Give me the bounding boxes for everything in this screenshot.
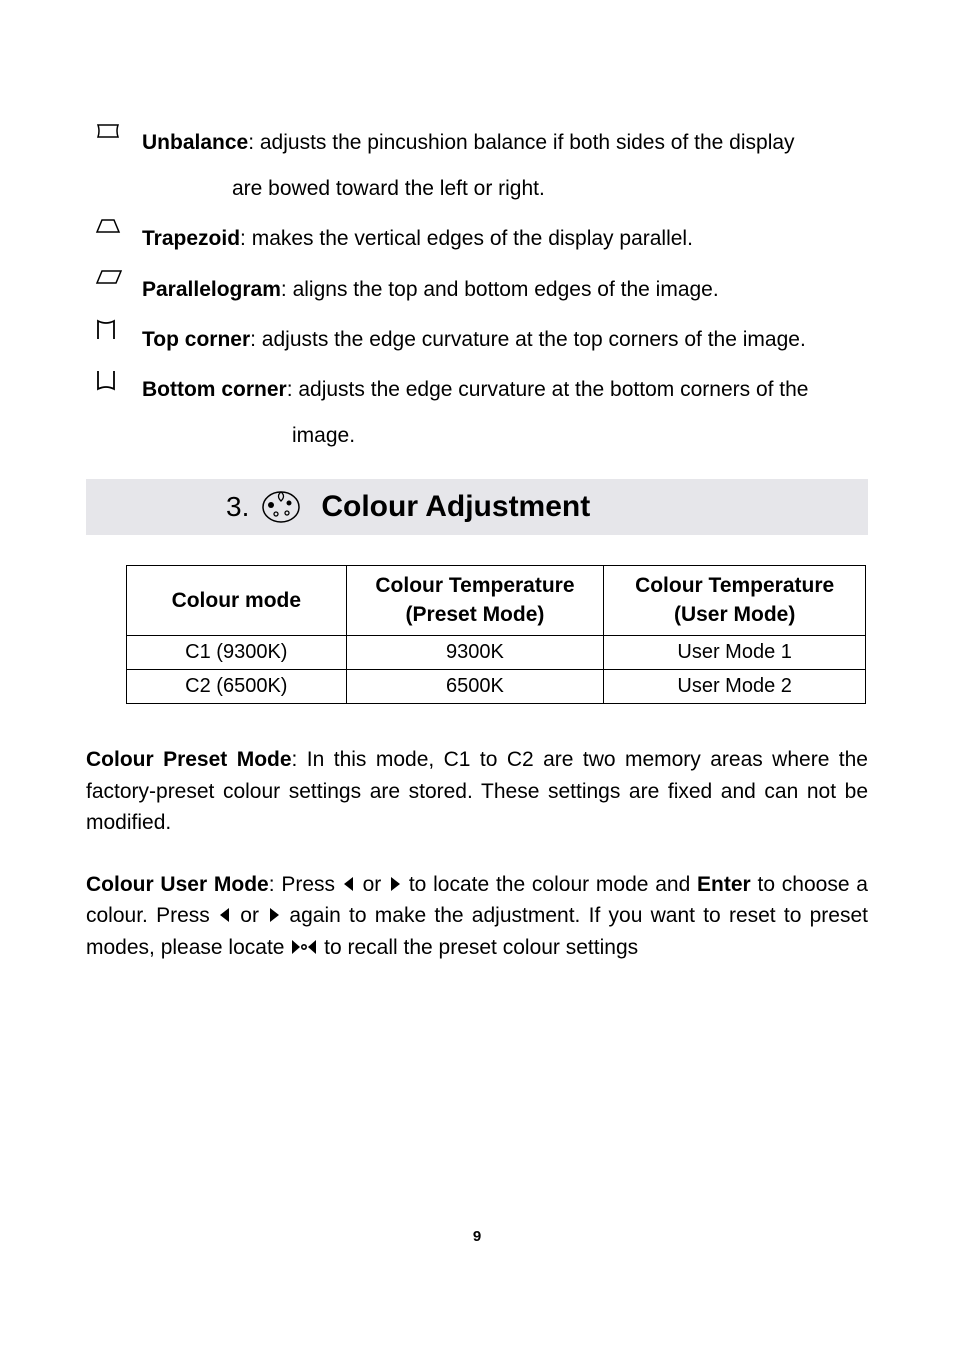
term: Unbalance: [142, 131, 248, 154]
desc: : adjusts the pincushion balance if both…: [248, 131, 794, 154]
definition-bottom-corner: Bottom corner: adjusts the edge curvatur…: [86, 367, 868, 459]
definition-trapezoid: Trapezoid: makes the vertical edges of t…: [86, 216, 868, 262]
cell: 9300K: [346, 636, 604, 670]
definition-parallelogram: Parallelogram: aligns the top and bottom…: [86, 267, 868, 313]
desc: : aligns the top and bottom edges of the…: [281, 278, 719, 301]
desc-continue: are bowed toward the left or right.: [142, 166, 868, 212]
definition-top-corner: Top corner: adjusts the edge curvature a…: [86, 317, 868, 363]
cell: 6500K: [346, 670, 604, 704]
table-row: C1 (9300K) 9300K User Mode 1: [127, 636, 866, 670]
desc: : makes the vertical edges of the displa…: [240, 227, 693, 250]
term: Colour Preset Mode: [86, 748, 292, 771]
cell: C2 (6500K): [127, 670, 347, 704]
enter: Enter: [697, 873, 751, 896]
definition-unbalance: Unbalance: adjusts the pincushion balanc…: [86, 120, 868, 212]
t2: or: [356, 873, 388, 896]
palette-icon: [259, 485, 303, 530]
term: Trapezoid: [142, 227, 240, 250]
table-row: C2 (6500K) 6500K User Mode 2: [127, 670, 866, 704]
cell: User Mode 1: [604, 636, 866, 670]
section-number: 3.: [226, 491, 249, 523]
cell: C1 (9300K): [127, 636, 347, 670]
definition-text: Parallelogram: aligns the top and bottom…: [142, 267, 868, 313]
desc: : adjusts the edge curvature at the top …: [250, 328, 806, 351]
term: Parallelogram: [142, 278, 281, 301]
section-header: 3. Colour Adjustment: [86, 479, 868, 535]
unbalance-icon: [86, 120, 142, 140]
t1: : Press: [269, 873, 342, 896]
left-arrow-icon: [218, 906, 232, 929]
term: Colour User Mode: [86, 873, 269, 896]
left-arrow-icon: [342, 875, 356, 898]
right-arrow-icon: [267, 906, 281, 929]
term: Bottom corner: [142, 378, 287, 401]
cell: User Mode 2: [604, 670, 866, 704]
page-number: 9: [0, 1228, 954, 1245]
table-header-row: Colour mode Colour Temperature(Preset Mo…: [127, 566, 866, 636]
definition-text: Trapezoid: makes the vertical edges of t…: [142, 216, 868, 262]
t7: to recall the preset colour settings: [318, 936, 638, 959]
desc: : adjusts the edge curvature at the bott…: [287, 378, 809, 401]
right-arrow-icon: [388, 875, 402, 898]
th-preset: Colour Temperature(Preset Mode): [346, 566, 604, 636]
colour-user-paragraph: Colour User Mode: Press or to locate the…: [86, 869, 868, 964]
recall-icon: [290, 938, 318, 961]
desc-continue: image.: [142, 413, 868, 459]
th-mode: Colour mode: [127, 566, 347, 636]
trapezoid-icon: [86, 216, 142, 234]
t3: to locate the colour mode and: [402, 873, 697, 896]
definition-text: Unbalance: adjusts the pincushion balanc…: [142, 120, 868, 212]
t5: or: [232, 904, 267, 927]
parallelogram-icon: [86, 267, 142, 285]
th-user: Colour Temperature(User Mode): [604, 566, 866, 636]
definition-text: Top corner: adjusts the edge curvature a…: [142, 317, 868, 363]
definition-text: Bottom corner: adjusts the edge curvatur…: [142, 367, 868, 459]
section-title: Colour Adjustment: [321, 490, 590, 524]
colour-table: Colour mode Colour Temperature(Preset Mo…: [126, 565, 866, 704]
bottom-corner-icon: [86, 367, 142, 391]
term: Top corner: [142, 328, 250, 351]
colour-preset-paragraph: Colour Preset Mode: In this mode, C1 to …: [86, 744, 868, 839]
top-corner-icon: [86, 317, 142, 341]
